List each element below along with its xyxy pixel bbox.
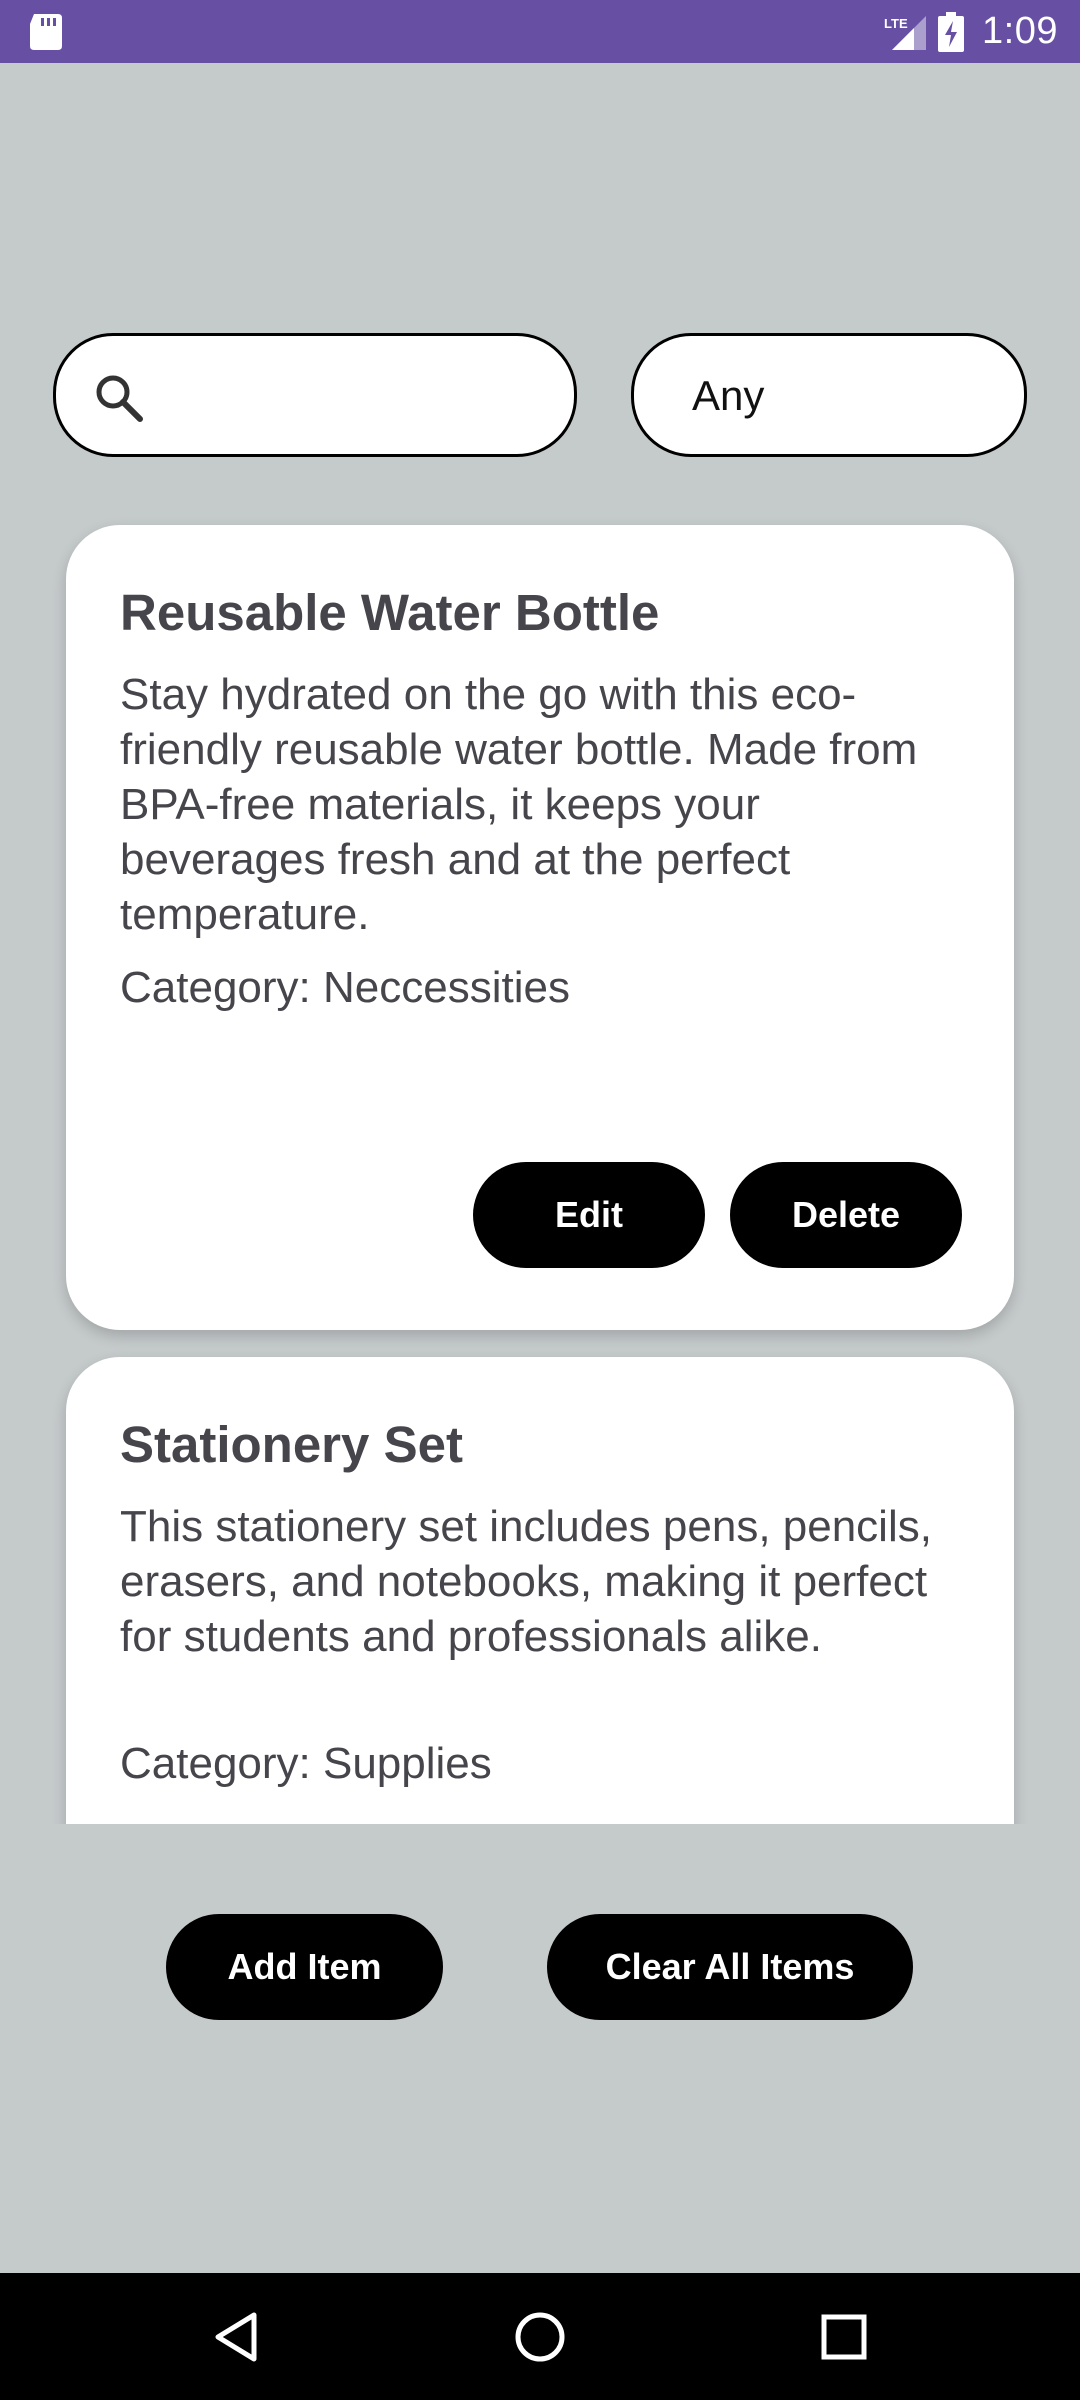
clock: 1:09 [982,10,1058,52]
search-box[interactable] [53,333,577,457]
navigation-bar [0,2273,1080,2400]
item-description: Stay hydrated on the go with this eco-fr… [120,670,918,939]
status-bar: LTE 1:09 [0,0,1080,63]
item-description: This stationery set includes pens, penci… [120,1502,932,1661]
status-icons: LTE 1:09 [884,0,1058,63]
search-input[interactable] [166,356,546,436]
add-item-button[interactable]: Add Item [166,1914,443,2020]
recents-icon[interactable] [808,2301,880,2373]
item-category: Category: Supplies [120,1739,492,1788]
item-category: Category: Neccessities [120,963,570,1012]
sd-card-icon [30,14,62,50]
item-card: Stationery Set This stationery set inclu… [66,1357,1014,1824]
item-list[interactable]: Reusable Water Bottle Stay hydrated on t… [0,500,1080,1824]
network-label: LTE [884,15,908,31]
search-icon [96,375,143,422]
home-icon[interactable] [504,2301,576,2373]
item-title: Reusable Water Bottle [120,584,660,641]
delete-button[interactable]: Delete [730,1162,962,1268]
battery-charging-icon [938,11,965,52]
item-card: Reusable Water Bottle Stay hydrated on t… [66,525,1014,1330]
lte-signal-icon: LTE [884,12,927,52]
edit-button[interactable]: Edit [473,1162,705,1268]
back-icon[interactable] [200,2301,272,2373]
item-title: Stationery Set [120,1416,463,1473]
clear-all-items-button[interactable]: Clear All Items [547,1914,913,2020]
filter-selected-value: Any [692,372,765,419]
category-filter-select[interactable]: Any [631,333,1027,457]
